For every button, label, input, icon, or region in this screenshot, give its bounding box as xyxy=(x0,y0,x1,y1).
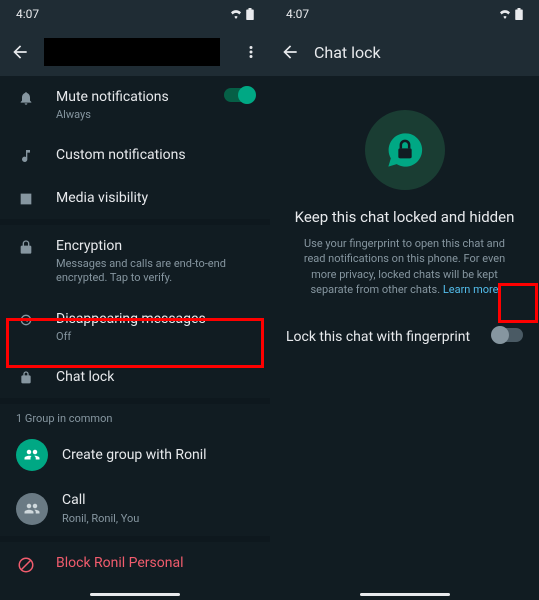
chat-lock-content: Keep this chat locked and hidden Use you… xyxy=(270,76,539,600)
wifi-icon xyxy=(229,9,243,19)
custom-notifications-row[interactable]: Custom notifications xyxy=(0,134,270,176)
lock-fingerprint-row[interactable]: Lock this chat with fingerprint xyxy=(270,308,539,366)
group-avatar-icon xyxy=(16,493,48,525)
groups-header: 1 Group in common xyxy=(0,404,270,429)
contact-info-screen: 4:07 Mute notifications Always xyxy=(0,0,270,600)
lock-icon xyxy=(16,237,36,255)
battery-icon xyxy=(246,8,254,20)
chat-lock-screen: 4:07 Chat lock Keep this chat locked and… xyxy=(270,0,539,600)
disappearing-label: Disappearing messages xyxy=(56,310,254,328)
contact-name-redacted xyxy=(44,38,220,66)
back-icon[interactable] xyxy=(10,42,30,62)
status-bar: 4:07 xyxy=(0,0,270,28)
lock-toggle[interactable] xyxy=(493,328,523,342)
disappearing-sub: Off xyxy=(56,330,254,344)
mute-sub: Always xyxy=(56,108,204,122)
app-bar: Chat lock xyxy=(270,28,539,76)
learn-more-link[interactable]: Learn more xyxy=(443,283,499,296)
mute-toggle[interactable] xyxy=(224,88,254,102)
status-icons xyxy=(498,8,523,20)
encryption-label: Encryption xyxy=(56,237,254,255)
call-group-row[interactable]: Call Ronil, Ronil, You xyxy=(0,481,270,535)
page-title: Chat lock xyxy=(314,43,529,62)
mute-label: Mute notifications xyxy=(56,88,204,106)
chatlock-label: Chat lock xyxy=(56,368,254,386)
settings-list: Mute notifications Always Custom notific… xyxy=(0,76,270,600)
media-visibility-row[interactable]: Media visibility xyxy=(0,177,270,219)
create-group-row[interactable]: Create group with Ronil xyxy=(0,429,270,481)
mute-notifications-row[interactable]: Mute notifications Always xyxy=(0,76,270,134)
chat-lock-hero-icon xyxy=(365,110,445,190)
nav-indicator xyxy=(90,593,180,596)
encryption-row[interactable]: Encryption Messages and calls are end-to… xyxy=(0,225,270,298)
hero: Keep this chat locked and hidden Use you… xyxy=(270,76,539,308)
more-icon[interactable] xyxy=(242,43,260,61)
battery-icon xyxy=(515,8,523,20)
status-icons xyxy=(229,8,254,20)
create-group-label: Create group with Ronil xyxy=(62,446,254,464)
hero-description: Use your fingerprint to open this chat a… xyxy=(290,236,519,298)
image-icon xyxy=(16,189,36,207)
status-bar: 4:07 xyxy=(270,0,539,28)
timer-icon xyxy=(16,310,36,328)
hero-title: Keep this chat locked and hidden xyxy=(295,208,515,226)
app-bar xyxy=(0,28,270,76)
encryption-sub: Messages and calls are end-to-end encryp… xyxy=(56,257,254,286)
bell-icon xyxy=(16,88,36,106)
media-label: Media visibility xyxy=(56,189,254,207)
block-icon xyxy=(16,554,36,574)
chat-lock-row[interactable]: Chat lock xyxy=(0,356,270,398)
custom-label: Custom notifications xyxy=(56,146,254,164)
call-label: Call xyxy=(62,491,254,509)
clock: 4:07 xyxy=(286,7,309,21)
create-group-icon xyxy=(16,439,48,471)
block-row[interactable]: Block Ronil Personal xyxy=(0,542,270,586)
block-label: Block Ronil Personal xyxy=(56,554,254,572)
call-sub: Ronil, Ronil, You xyxy=(62,512,254,526)
back-icon[interactable] xyxy=(280,42,300,62)
disappearing-messages-row[interactable]: Disappearing messages Off xyxy=(0,298,270,356)
chat-lock-icon xyxy=(16,368,36,386)
nav-indicator xyxy=(360,593,450,596)
clock: 4:07 xyxy=(16,7,39,21)
music-note-icon xyxy=(16,146,36,164)
wifi-icon xyxy=(498,9,512,19)
lock-toggle-label: Lock this chat with fingerprint xyxy=(286,328,473,346)
